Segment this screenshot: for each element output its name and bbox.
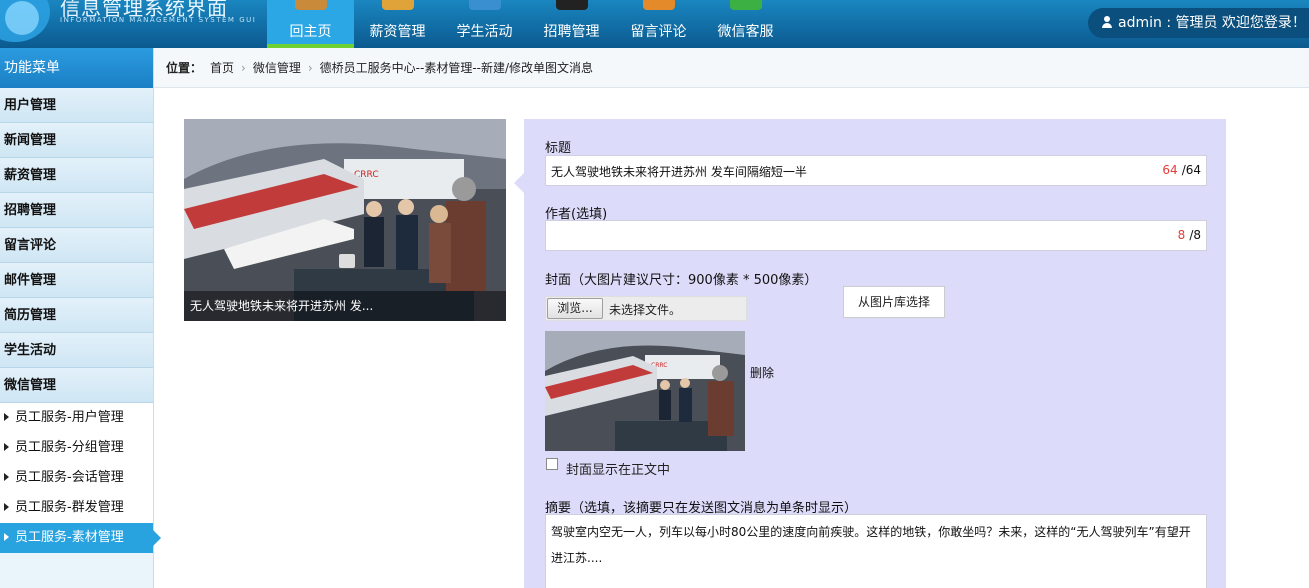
sidebar: 功能菜单 用户管理 新闻管理 薪资管理 招聘管理 留言评论 邮件管理 简历管理 学生活动 微信管… <box>0 48 161 588</box>
sidebar-subitem[interactable]: 员工服务-素材管理 <box>0 523 161 553</box>
title-max: /64 <box>1181 163 1201 177</box>
nav-label: 留言评论 <box>630 24 687 40</box>
browse-button[interactable]: 浏览... <box>547 298 603 319</box>
nav-label: 招聘管理 <box>543 24 600 40</box>
article-preview-card[interactable]: CRRC 无人驾驶地铁未来将开进苏州 发... <box>184 119 506 321</box>
title-input[interactable]: 无人驾驶地铁未来将开进苏州 发车间隔缩短一半 64/64 <box>545 155 1207 186</box>
home-icon <box>294 0 327 10</box>
sidebar-subitem-label: 员工服务-素材管理 <box>15 530 124 545</box>
nav-item-home[interactable]: 回主页 <box>267 0 354 48</box>
triangle-right-icon <box>4 533 9 541</box>
app-subtitle: INFORMATION MANAGEMENT SYSTEM GUI <box>60 16 257 24</box>
wechat-icon <box>729 0 762 10</box>
sidebar-subitem[interactable]: 员工服务-群发管理 <box>0 493 153 523</box>
breadcrumb-item[interactable]: 微信管理 <box>253 61 301 75</box>
breadcrumb-label: 位置： <box>166 61 203 75</box>
delete-cover-link[interactable]: 删除 <box>750 364 774 381</box>
nav-item-salary[interactable]: 薪资管理 <box>354 0 441 48</box>
author-count: 8 <box>1177 228 1186 242</box>
sidebar-item[interactable]: 招聘管理 <box>0 193 153 228</box>
logo: 信息管理系统界面 INFORMATION MANAGEMENT SYSTEM G… <box>0 0 260 48</box>
sidebar-item[interactable]: 留言评论 <box>0 228 153 263</box>
title-label: 标题 <box>545 141 572 156</box>
sidebar-item[interactable]: 新闻管理 <box>0 123 153 158</box>
chevron-right-icon: › <box>307 61 313 75</box>
comment-icon <box>642 0 675 10</box>
breadcrumb-item: 德桥员工服务中心--素材管理--新建/修改单图文消息 <box>319 61 594 75</box>
triangle-right-icon <box>4 503 9 511</box>
nav-label: 微信客服 <box>717 24 774 40</box>
select-from-library-button[interactable]: 从图片库选择 <box>843 286 945 318</box>
file-status-text: 未选择文件。 <box>609 303 682 317</box>
sidebar-item[interactable]: 学生活动 <box>0 333 153 368</box>
sidebar-item[interactable]: 微信管理 <box>0 368 153 403</box>
sidebar-subitem[interactable]: 员工服务-分组管理 <box>0 433 153 463</box>
sidebar-subitem-label: 员工服务-群发管理 <box>15 500 124 515</box>
logo-swirl-icon <box>0 0 50 42</box>
edit-form-panel: 标题 无人驾驶地铁未来将开进苏州 发车间隔缩短一半 64/64 作者(选填) 8… <box>514 119 1226 588</box>
nav-item-recruit[interactable]: 招聘管理 <box>528 0 615 48</box>
sidebar-title: 功能菜单 <box>0 48 153 88</box>
title-input-value: 无人驾驶地铁未来将开进苏州 发车间隔缩短一半 <box>551 165 807 179</box>
author-max: /8 <box>1189 228 1201 242</box>
user-icon <box>1102 16 1112 28</box>
sidebar-subitem[interactable]: 员工服务-会话管理 <box>0 463 153 493</box>
author-input[interactable]: 8/8 <box>545 220 1207 251</box>
triangle-right-icon <box>4 443 9 451</box>
nav-label: 学生活动 <box>456 24 513 40</box>
sidebar-subitem-label: 员工服务-会话管理 <box>15 470 124 485</box>
top-header: 信息管理系统界面 INFORMATION MANAGEMENT SYSTEM G… <box>0 0 1309 48</box>
triangle-right-icon <box>4 473 9 481</box>
nav-item-activity[interactable]: 学生活动 <box>441 0 528 48</box>
show-cover-label: 封面显示在正文中 <box>566 463 671 478</box>
chevron-right-icon: › <box>241 61 246 75</box>
title-char-counter: 64/64 <box>1162 163 1201 177</box>
author-char-counter: 8/8 <box>1178 228 1201 242</box>
summary-value: 驾驶室内空无一人，列车以每小时80公里的速度向前疾驶。这样的地铁，你敢坐吗？未来… <box>551 525 1191 565</box>
main-nav: 回主页 薪资管理 学生活动 招聘管理 留言评论 微信客服 <box>267 0 789 48</box>
preview-caption: 无人驾驶地铁未来将开进苏州 发... <box>184 291 506 321</box>
sidebar-item[interactable]: 薪资管理 <box>0 158 153 193</box>
activity-icon <box>468 0 501 10</box>
sidebar-subitem[interactable]: 员工服务-用户管理 <box>0 403 153 433</box>
user-welcome-text: admin : 管理员 欢迎您登录！ <box>1118 15 1306 31</box>
nav-label: 回主页 <box>289 24 332 40</box>
breadcrumb: 位置： 首页 › 微信管理 › 德桥员工服务中心--素材管理--新建/修改单图文消息 <box>154 48 1309 88</box>
sidebar-item[interactable]: 用户管理 <box>0 88 153 123</box>
cover-thumbnail: CRRC <box>545 331 745 451</box>
sidebar-subitem-label: 员工服务-分组管理 <box>15 440 124 455</box>
summary-textarea[interactable]: 驾驶室内空无一人，列车以每小时80公里的速度向前疾驶。这样的地铁，你敢坐吗？未来… <box>545 514 1207 588</box>
sidebar-item[interactable]: 简历管理 <box>0 298 153 333</box>
user-box: admin : 管理员 欢迎您登录！ <box>1088 8 1309 38</box>
show-cover-checkbox[interactable] <box>546 458 558 470</box>
cover-label: 封面（大图片建议尺寸：900像素 * 500像素） <box>545 273 818 288</box>
cover-file-input[interactable]: 浏览... 未选择文件。 <box>545 296 747 321</box>
nav-label: 薪资管理 <box>369 24 426 40</box>
sidebar-submenu: 员工服务-用户管理 员工服务-分组管理 员工服务-会话管理 员工服务-群发管理 员工服务… <box>0 403 161 553</box>
recruit-icon <box>555 0 588 10</box>
breadcrumb-item[interactable]: 首页 <box>210 61 234 75</box>
nav-item-comment[interactable]: 留言评论 <box>615 0 702 48</box>
sidebar-subitem-label: 员工服务-用户管理 <box>15 410 124 425</box>
triangle-right-icon <box>4 413 9 421</box>
sidebar-item[interactable]: 邮件管理 <box>0 263 153 298</box>
salary-icon <box>381 0 414 10</box>
nav-item-wechat[interactable]: 微信客服 <box>702 0 789 48</box>
title-count: 64 <box>1162 163 1178 177</box>
cover-thumbnail-image: CRRC <box>545 331 745 451</box>
